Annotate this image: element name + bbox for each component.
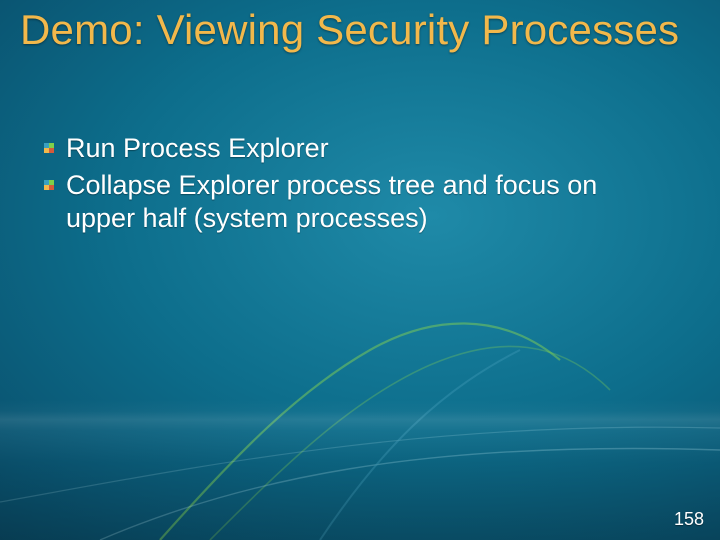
slide: Demo: Viewing Security Processes Run Pro…: [0, 0, 720, 540]
list-item: Collapse Explorer process tree and focus…: [66, 169, 670, 235]
bullet-icon: [44, 180, 54, 190]
slide-title: Demo: Viewing Security Processes: [20, 6, 690, 53]
list-item-text: Run Process Explorer: [66, 133, 329, 163]
bullet-icon: [44, 143, 54, 153]
bullet-list: Run Process Explorer Collapse Explorer p…: [66, 132, 670, 239]
page-number: 158: [674, 509, 704, 530]
list-item: Run Process Explorer: [66, 132, 670, 165]
floor-gradient: [0, 400, 720, 540]
list-item-text: Collapse Explorer process tree and focus…: [66, 170, 597, 233]
